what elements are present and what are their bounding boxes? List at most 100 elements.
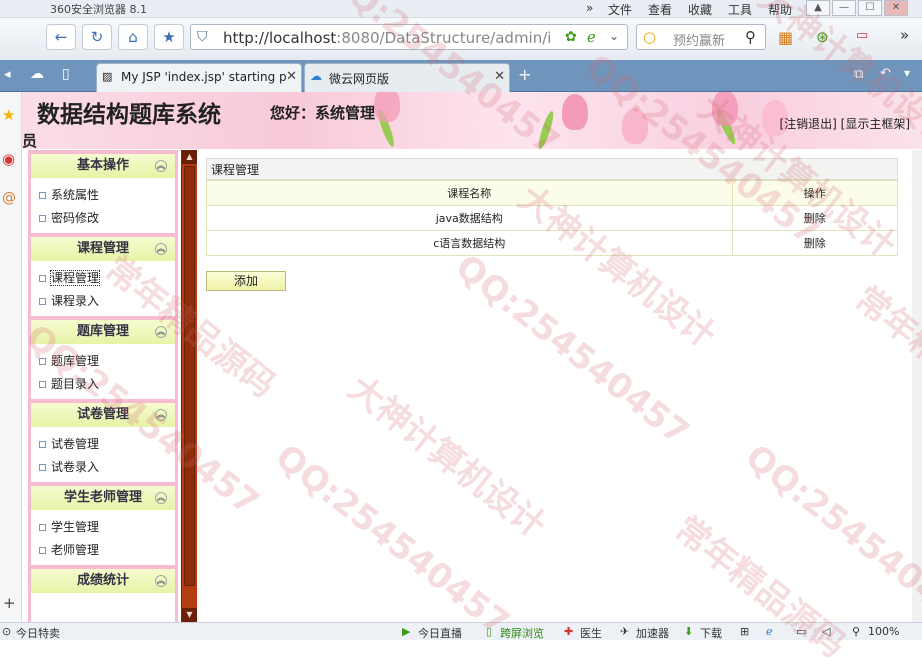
deals-icon[interactable]: ⊙ [2,625,11,638]
address-host: http://localhost [223,29,337,47]
page-scrollbar[interactable] [912,150,922,622]
sidebar-toggle-icon[interactable]: ◂ [4,67,11,82]
status-cross-screen[interactable]: 跨屏浏览 [500,625,544,641]
tab-index-jsp[interactable]: ▨ My JSP 'index.jsp' starting p ✕ [96,63,302,92]
search-icon[interactable]: ⚲ [745,28,756,46]
scroll-thumb[interactable] [184,166,195,586]
compat-mode-icon[interactable]: ✿ [565,29,577,45]
status-live[interactable]: 今日直播 [418,625,462,641]
minimize-button[interactable]: — [832,0,856,16]
ie-mode-icon[interactable]: ℯ [587,28,596,46]
user-greeting-wrap: 员 [22,132,38,149]
menu-favorites[interactable]: 收藏 [688,1,712,18]
site-title: 数据结构题库系统 [37,101,221,128]
favorites-icon[interactable]: ★ [2,106,15,124]
sidebar-item-student-manage[interactable]: 学生管理 [31,516,175,539]
close-icon[interactable]: ✕ [494,69,505,84]
delete-link[interactable]: 删除 [731,205,899,231]
sidebar-item-question-manage[interactable]: 题库管理 [31,350,175,373]
chevron-down-icon[interactable]: ⌄ [609,29,619,43]
maximize-button[interactable]: ☐ [858,0,882,16]
restore-tab-icon[interactable]: ⧉ [854,67,863,82]
zoom-level[interactable]: 100% [868,625,899,638]
browser-app-title: 360安全浏览器 8.1 [50,3,147,16]
watermark: 大神计算机设计 [340,368,553,547]
refresh-icon[interactable]: ↻ [82,24,112,50]
menu-help[interactable]: 帮助 [768,1,792,18]
close-window-button[interactable]: ✕ [884,0,908,16]
apps-icon[interactable]: ▦ [778,28,793,47]
collapse-chevron-icon[interactable]: ︽ [155,409,167,421]
sidebar-item-teacher-manage[interactable]: 老师管理 [31,539,175,562]
panel-header[interactable]: 题库管理 ︽ [31,320,175,344]
ie-icon[interactable]: ℯ [766,625,773,638]
screen-icon[interactable]: ▭ [796,625,806,638]
sidebar-item-password[interactable]: 密码修改 [31,207,175,230]
search-box[interactable]: ○ 预约赢新 ⚲ [636,24,766,50]
close-icon[interactable]: ✕ [286,69,297,84]
sidebar-scrollbar[interactable]: ▲ ▼ [181,150,197,622]
skin-icon[interactable]: ▲ [806,0,830,16]
sidebar-item-question-entry[interactable]: 题目录入 [31,373,175,396]
more-tools-icon[interactable]: » [900,26,909,44]
course-name-cell: c语言数据结构 [206,230,733,256]
tab-weiyun[interactable]: ☁ 微云网页版 ✕ [304,63,510,92]
scroll-down-icon[interactable]: ▼ [182,608,197,622]
address-bar[interactable]: ⛉ http://localhost:8080/DataStructure/ad… [190,24,628,50]
status-doctor[interactable]: 医生 [580,625,602,641]
menu-file[interactable]: 文件 [608,1,632,18]
panel-title: 学生老师管理 [63,490,142,505]
scroll-up-icon[interactable]: ▲ [182,150,197,164]
panel-title: 题库管理 [76,324,129,339]
panel-header[interactable]: 成绩统计 ︽ [31,569,175,593]
menu-panel-basic: 基本操作 ︽ 系统属性 密码修改 [31,154,175,233]
weibo-icon[interactable]: ◉ [2,150,15,168]
panel-header[interactable]: 试卷管理 ︽ [31,403,175,427]
weiyun-icon: ☁ [310,69,322,83]
search-engine-icon: ○ [643,28,657,46]
menu-arrows[interactable]: » [586,1,593,15]
panel-header[interactable]: 课程管理 ︽ [31,237,175,261]
translate-icon[interactable]: ▭ [856,28,868,43]
back-icon[interactable]: ← [46,24,76,50]
sidebar-item-system-properties[interactable]: 系统属性 [31,184,175,207]
collapse-chevron-icon[interactable]: ︽ [155,575,167,587]
favorite-star-icon[interactable]: ★ [154,24,184,50]
home-icon[interactable]: ⌂ [118,24,148,50]
add-sidebar-icon[interactable]: + [3,594,16,612]
logout-links[interactable]: [注销退出] [显示主框架] [779,115,910,132]
delete-link[interactable]: 删除 [731,230,899,256]
sidebar-item-exam-manage[interactable]: 试卷管理 [31,433,175,456]
table-header-row: 课程名称 操作 [206,180,899,206]
status-accelerator[interactable]: 加速器 [636,625,669,641]
course-name-cell: java数据结构 [206,205,733,231]
security-icon[interactable]: ⊛ [816,28,829,46]
new-tab-icon[interactable]: + [518,65,531,84]
menu-tools[interactable]: 工具 [728,1,752,18]
collapse-chevron-icon[interactable]: ︽ [155,160,167,172]
volume-icon[interactable]: ◁ [822,625,830,638]
status-download[interactable]: 下载 [700,625,722,641]
undo-close-icon[interactable]: ↶ [880,66,891,81]
panel-header[interactable]: 学生老师管理 ︽ [31,486,175,510]
phone-icon[interactable]: ▯ [62,66,70,82]
window-icon[interactable]: ⊞ [740,625,749,638]
tab-menu-icon[interactable]: ▾ [904,66,910,80]
sidebar-item-course-entry[interactable]: 课程录入 [31,290,175,313]
search-input[interactable]: 预约赢新 [673,30,725,49]
collapse-chevron-icon[interactable]: ︽ [155,492,167,504]
menu-panel-question-bank: 题库管理 ︽ 题库管理 题目录入 [31,320,175,399]
zoom-icon[interactable]: ⚲ [852,625,860,638]
panel-header[interactable]: 基本操作 ︽ [31,154,175,178]
collapse-chevron-icon[interactable]: ︽ [155,326,167,338]
cloud-icon[interactable]: ☁ [30,66,44,82]
collapse-chevron-icon[interactable]: ︽ [155,243,167,255]
status-deals[interactable]: 今日特卖 [16,625,60,641]
browser-titlebar: 360安全浏览器 8.1 » 文件 查看 收藏 工具 帮助 ▲ — ☐ ✕ [0,0,922,18]
watermark: 常年精品源码 [847,278,922,436]
sidebar-item-exam-entry[interactable]: 试卷录入 [31,456,175,479]
menu-view[interactable]: 查看 [648,1,672,18]
mail-icon[interactable]: @ [2,190,16,206]
sidebar-item-course-manage[interactable]: 课程管理 [31,267,175,290]
add-course-button[interactable]: 添加 [206,271,286,291]
